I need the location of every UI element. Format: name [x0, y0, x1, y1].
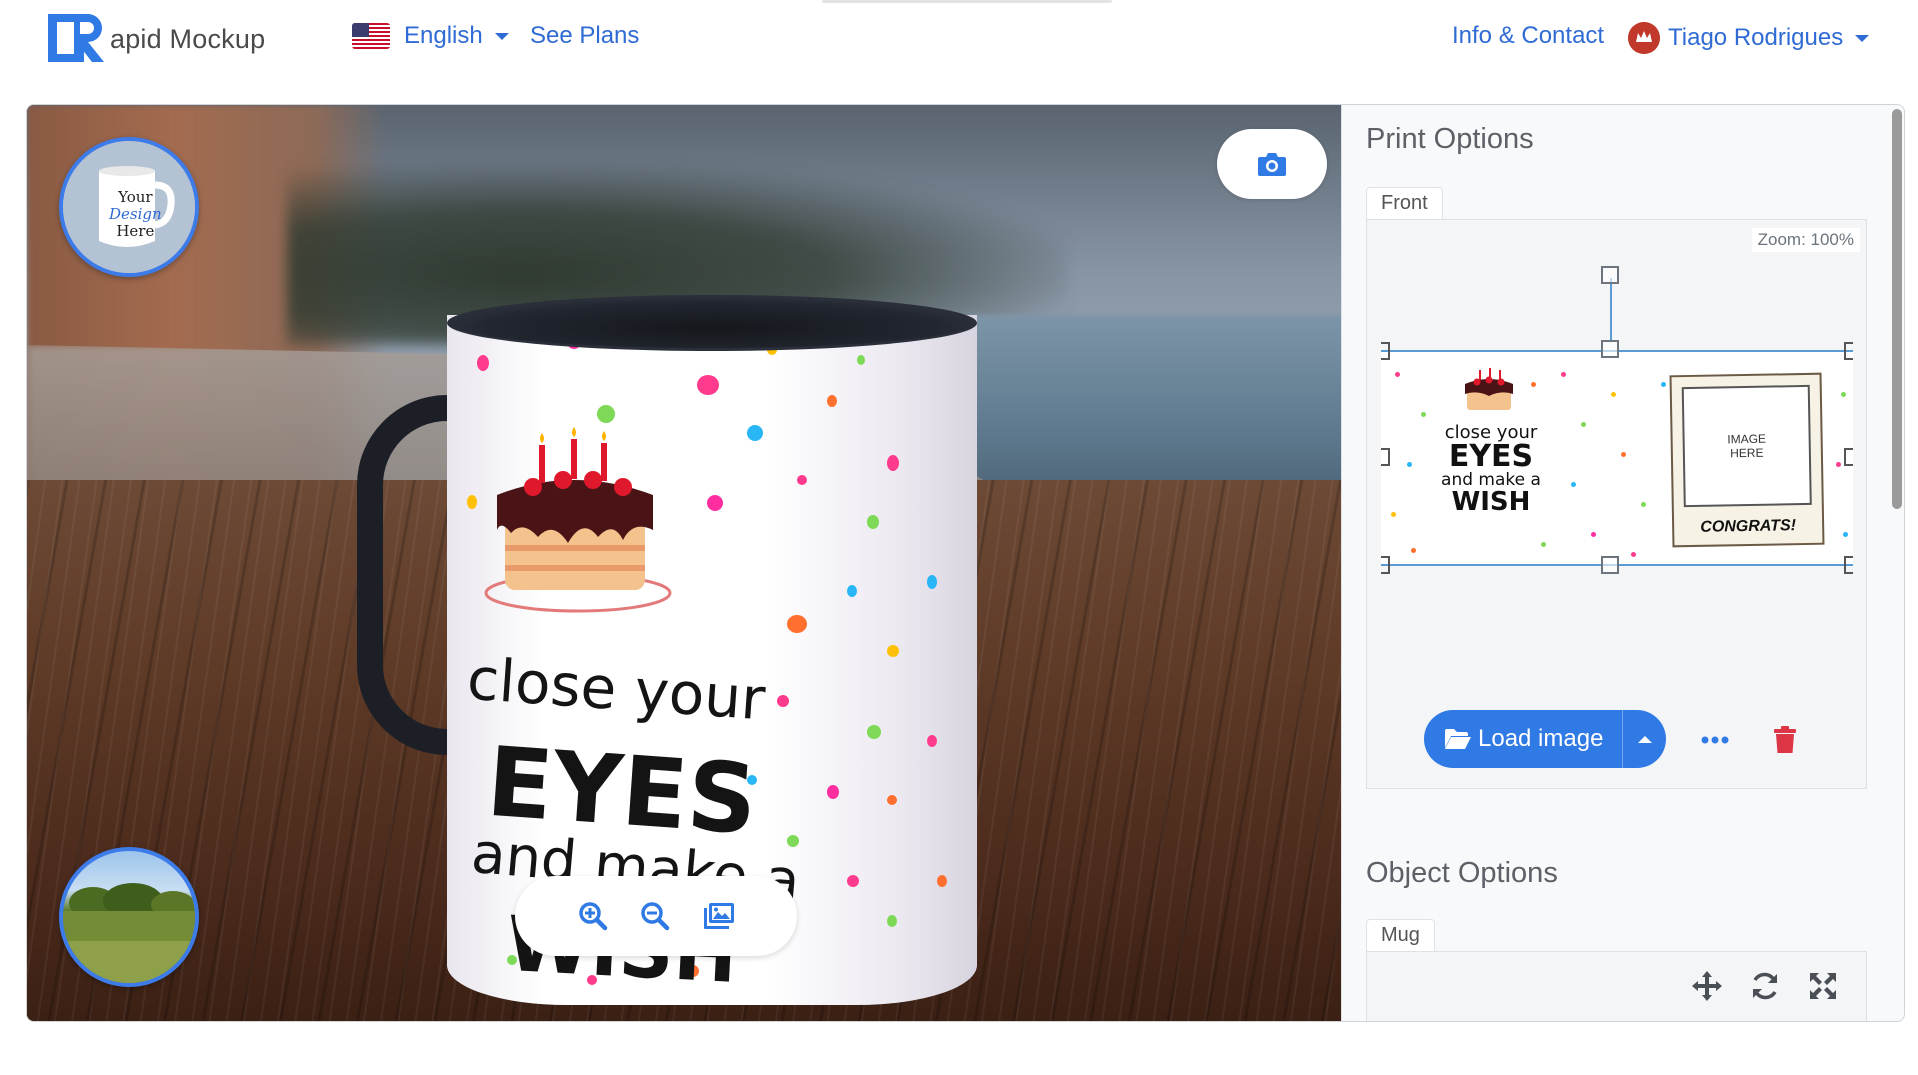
thumb-text-1: Your	[118, 188, 153, 206]
more-options-button[interactable]	[1695, 722, 1735, 758]
landscape-thumbnail-icon	[63, 883, 195, 983]
images-icon	[703, 903, 734, 929]
move-button[interactable]	[1691, 970, 1723, 1002]
camera-icon	[1258, 153, 1286, 176]
panel-scrollbar[interactable]	[1892, 109, 1902, 509]
design-line4: WISH	[1451, 487, 1531, 517]
print-options-title: Print Options	[1366, 123, 1534, 155]
mug-rim	[447, 295, 977, 351]
cake-icon	[1465, 368, 1513, 410]
screenshot-button[interactable]	[1217, 129, 1327, 199]
editor-frame: close your EYES and make a WISH Your Des…	[26, 104, 1905, 1022]
brand-name: apid Mockup	[110, 23, 266, 54]
resize-handle-bottom-left[interactable]	[1381, 556, 1390, 574]
tab-front[interactable]: Front	[1366, 187, 1443, 219]
user-menu-dropdown[interactable]: Tiago Rodrigues	[1628, 22, 1870, 54]
chevron-down-icon	[1855, 34, 1870, 42]
load-image-label: Load image	[1478, 725, 1604, 752]
tab-mug[interactable]: Mug	[1366, 919, 1435, 951]
user-name: Tiago Rodrigues	[1668, 24, 1844, 51]
load-image-dropdown-toggle[interactable]	[1622, 710, 1666, 768]
thumb-text-2: Design	[109, 205, 162, 223]
brand-logo-icon	[48, 14, 108, 64]
ellipsis-icon	[1701, 736, 1729, 744]
zoom-out-icon	[641, 902, 670, 931]
resize-handle-top-left[interactable]	[1381, 342, 1390, 360]
zoom-level: Zoom: 100%	[1751, 228, 1860, 252]
resize-handle-left[interactable]	[1381, 448, 1390, 466]
zoom-in-icon	[578, 902, 607, 931]
folder-open-icon	[1445, 729, 1471, 749]
load-image-button[interactable]: Load image	[1424, 710, 1666, 768]
chevron-down-icon	[494, 32, 509, 40]
zoom-out-button[interactable]	[640, 901, 670, 931]
expand-arrows-icon	[1810, 973, 1836, 999]
info-contact-link[interactable]: Info & Contact	[1452, 22, 1604, 50]
resize-handle-top[interactable]	[1601, 340, 1619, 358]
design-line2: EYES	[1448, 439, 1534, 474]
resize-handle-bottom-right[interactable]	[1844, 556, 1853, 574]
navbar: apid Mockup English See Plans Info & Con…	[0, 0, 1918, 78]
avatar	[1628, 22, 1660, 54]
brand-logo-link[interactable]: apid Mockup	[48, 14, 265, 64]
us-flag-icon	[352, 23, 390, 49]
info-contact-label: Info & Contact	[1452, 22, 1605, 49]
load-image-main[interactable]: Load image	[1424, 710, 1622, 768]
thumb-text-3: Here	[116, 222, 155, 240]
image-placeholder: IMAGE HERE	[1681, 384, 1812, 508]
zoom-toolbar	[515, 876, 797, 956]
resize-handle-bottom[interactable]	[1601, 556, 1619, 574]
print-design-canvas[interactable]: close your EYES and make a WISH IMAGE HE…	[1381, 350, 1853, 566]
product-thumbnail[interactable]: Your Design Here	[59, 137, 199, 277]
environment-thumbnail[interactable]	[59, 847, 199, 987]
cake-illustration	[484, 427, 672, 613]
language-label: English	[404, 22, 483, 49]
mug-print-line1: close your	[464, 644, 768, 734]
photo-frame: IMAGE HERE CONGRATS!	[1669, 372, 1825, 548]
background-gallery-button[interactable]	[703, 902, 735, 930]
scale-button[interactable]	[1807, 970, 1839, 1002]
rotate-button[interactable]	[1749, 970, 1781, 1002]
object-options-box	[1366, 951, 1867, 1021]
delete-button[interactable]	[1765, 722, 1805, 758]
object-options-title: Object Options	[1366, 857, 1558, 889]
options-panel: Print Options Front Zoom: 100% close you…	[1341, 105, 1904, 1021]
zoom-in-button[interactable]	[578, 901, 608, 931]
resize-handle-top-right[interactable]	[1844, 342, 1853, 360]
see-plans-link[interactable]: See Plans	[530, 22, 639, 50]
print-area-editor: Zoom: 100% close your EYES and make a WI…	[1366, 219, 1867, 789]
sync-icon	[1753, 972, 1777, 1000]
trash-icon	[1774, 726, 1796, 753]
language-dropdown[interactable]: English	[352, 22, 509, 50]
resize-handle-right[interactable]	[1844, 448, 1853, 466]
caret-up-icon	[1637, 735, 1652, 743]
see-plans-label: See Plans	[530, 22, 640, 49]
frame-caption: CONGRATS!	[1700, 517, 1797, 536]
rotate-handle[interactable]	[1601, 266, 1619, 284]
move-arrows-icon	[1692, 971, 1722, 1001]
